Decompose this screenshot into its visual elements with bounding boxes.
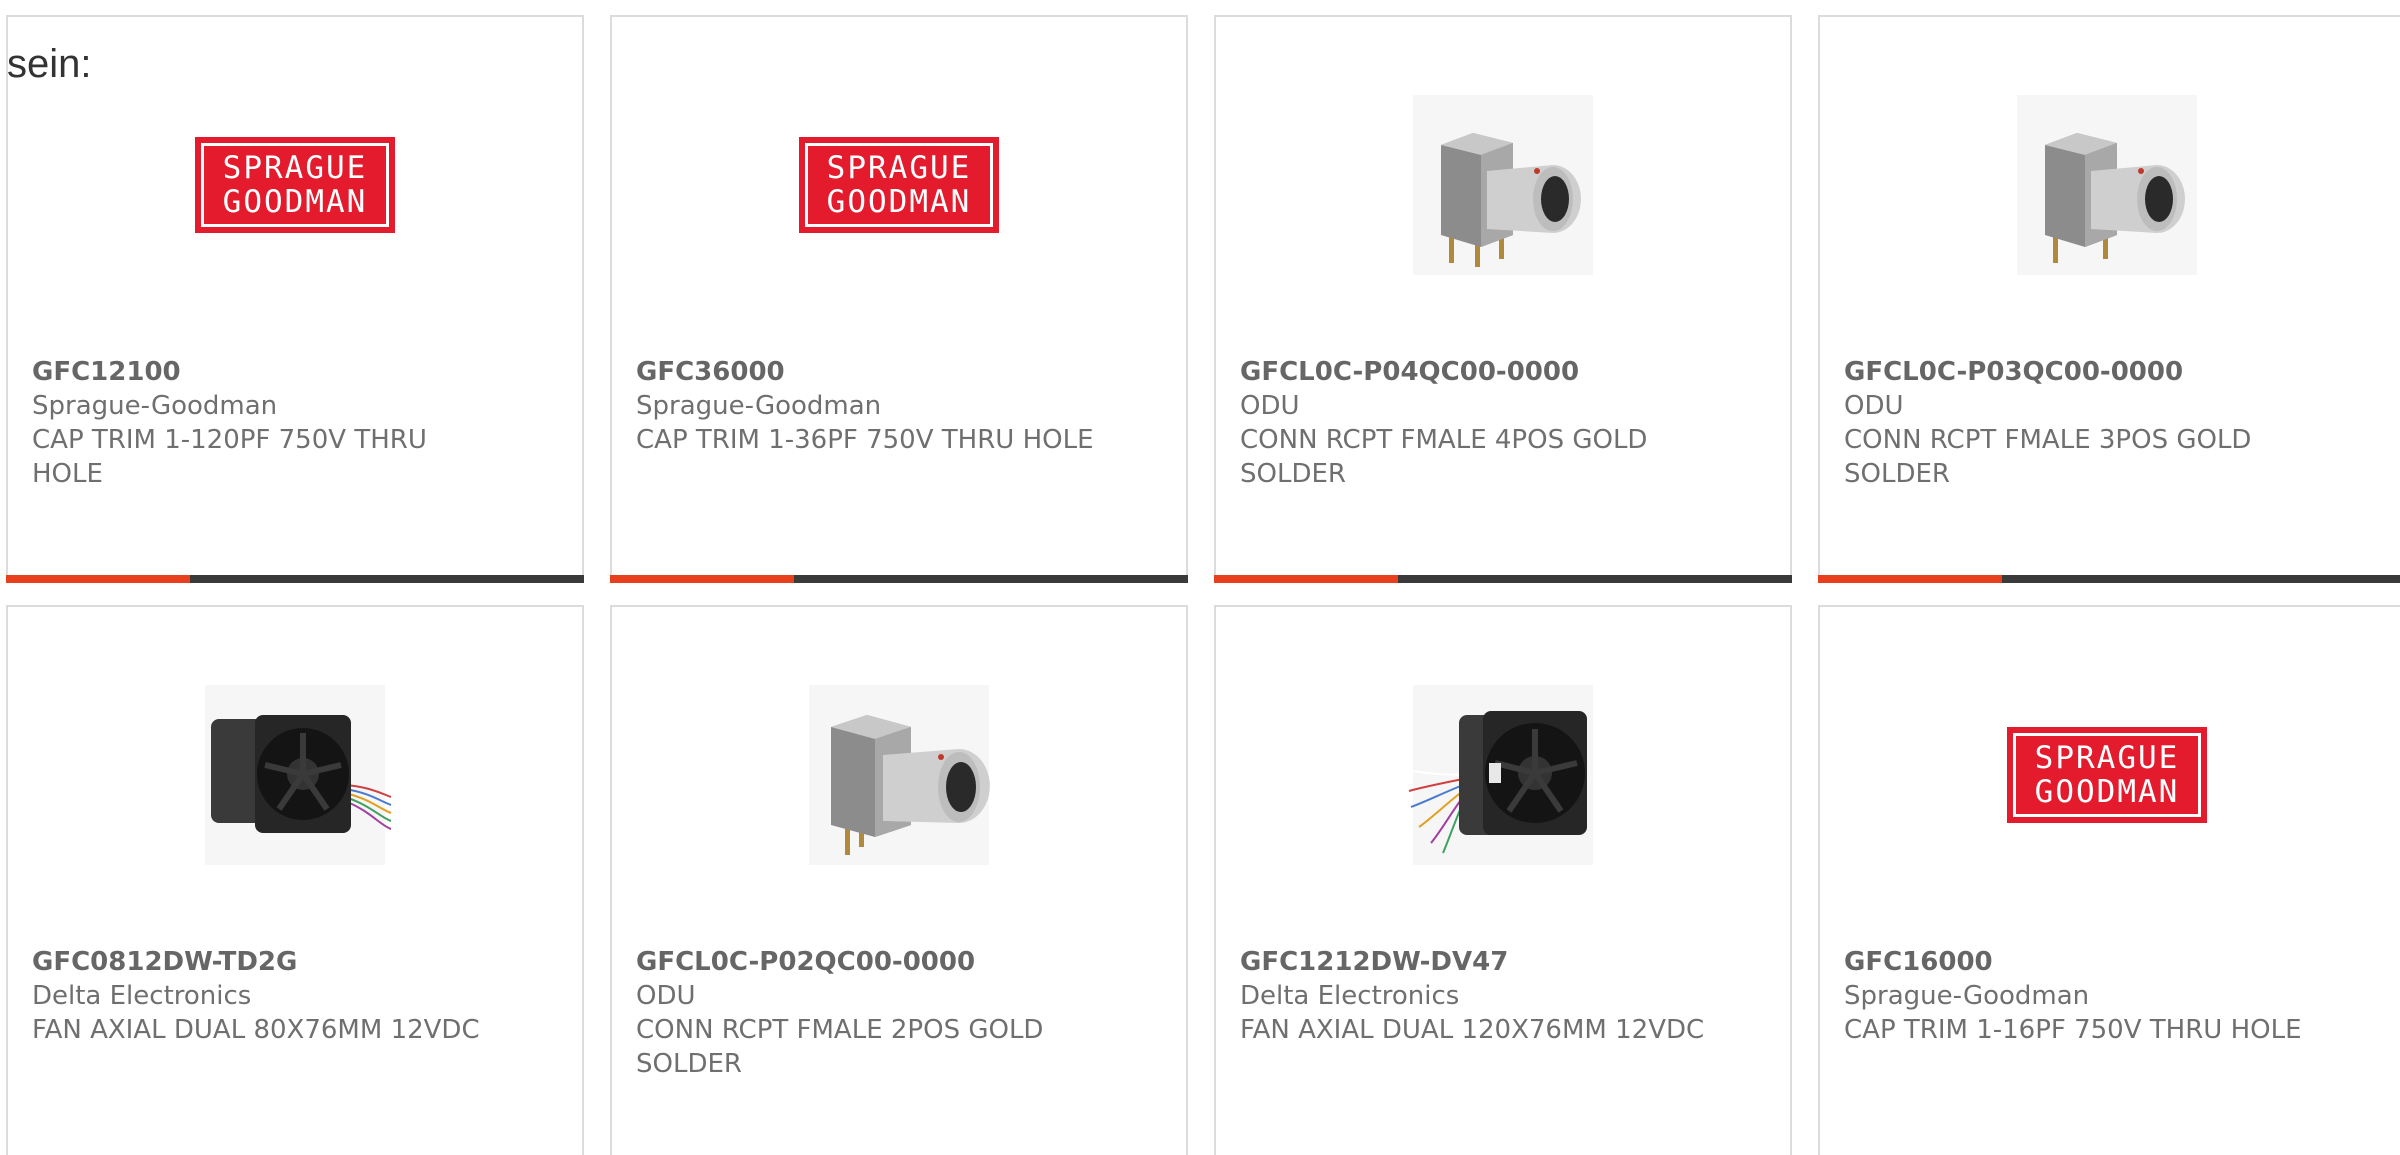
product-card[interactable]: GFCL0C-P03QC00-0000 ODU CONN RCPT FMALE … bbox=[1818, 15, 2400, 583]
product-card[interactable]: SPRAGUE GOODMAN GFC12100 Sprague-Goodman… bbox=[6, 15, 584, 583]
manufacturer: Sprague-Goodman bbox=[32, 391, 278, 421]
card-bottom-bar bbox=[1818, 575, 2400, 583]
product-image bbox=[612, 675, 1186, 875]
card-accent-bar bbox=[1214, 575, 1398, 583]
product-card[interactable]: SPRAGUE GOODMAN GFC36000 Sprague-Goodman… bbox=[610, 15, 1188, 583]
manufacturer: ODU bbox=[1844, 391, 1904, 421]
description: CAP TRIM 1-16PF 750V THRU HOLE bbox=[1844, 1015, 2302, 1045]
connector-photo bbox=[809, 685, 990, 865]
logo-line-2: GOODMAN bbox=[826, 184, 972, 220]
product-image bbox=[1820, 85, 2394, 285]
fan-photo bbox=[1408, 685, 1593, 865]
logo-line-2: GOODMAN bbox=[222, 184, 368, 220]
manufacturer: Sprague-Goodman bbox=[636, 391, 882, 421]
card-accent-bar bbox=[610, 575, 794, 583]
card-accent-bar bbox=[1818, 575, 2002, 583]
logo-line-1: SPRAGUE bbox=[826, 150, 972, 186]
part-number[interactable]: GFC1212DW-DV47 bbox=[1240, 945, 1710, 979]
part-number[interactable]: GFC12100 bbox=[32, 355, 502, 389]
product-image bbox=[1216, 675, 1790, 875]
manufacturer: Delta Electronics bbox=[32, 981, 252, 1011]
part-number[interactable]: GFCL0C-P02QC00-0000 bbox=[636, 945, 1106, 979]
part-number[interactable]: GFC0812DW-TD2G bbox=[32, 945, 502, 979]
part-number[interactable]: GFCL0C-P03QC00-0000 bbox=[1844, 355, 2314, 389]
sprague-goodman-logo: SPRAGUE GOODMAN bbox=[2007, 727, 2207, 823]
part-number[interactable]: GFC16000 bbox=[1844, 945, 2314, 979]
product-image: SPRAGUE GOODMAN bbox=[612, 85, 1186, 285]
product-card[interactable]: SPRAGUE GOODMAN GFC16000 Sprague-Goodman… bbox=[1818, 605, 2400, 1155]
card-bottom-bar bbox=[1214, 575, 1792, 583]
connector-photo bbox=[2017, 95, 2197, 275]
logo-line-2: GOODMAN bbox=[2034, 774, 2180, 810]
description: CONN RCPT FMALE 3POS GOLD SOLDER bbox=[1844, 425, 2252, 489]
card-accent-bar bbox=[6, 575, 190, 583]
product-card[interactable]: GFC0812DW-TD2G Delta Electronics FAN AXI… bbox=[6, 605, 584, 1155]
description: CAP TRIM 1-120PF 750V THRU HOLE bbox=[32, 425, 427, 489]
product-image: SPRAGUE GOODMAN bbox=[1820, 675, 2394, 875]
description: CAP TRIM 1-36PF 750V THRU HOLE bbox=[636, 425, 1094, 455]
product-image bbox=[8, 675, 582, 875]
description: FAN AXIAL DUAL 80X76MM 12VDC bbox=[32, 1015, 480, 1045]
manufacturer: ODU bbox=[1240, 391, 1300, 421]
product-card[interactable]: GFC1212DW-DV47 Delta Electronics FAN AXI… bbox=[1214, 605, 1792, 1155]
sprague-goodman-logo: SPRAGUE GOODMAN bbox=[195, 137, 395, 233]
card-bottom-bar bbox=[6, 575, 584, 583]
manufacturer: Sprague-Goodman bbox=[1844, 981, 2090, 1011]
manufacturer: Delta Electronics bbox=[1240, 981, 1460, 1011]
description: CONN RCPT FMALE 2POS GOLD SOLDER bbox=[636, 1015, 1044, 1079]
part-number[interactable]: GFCL0C-P04QC00-0000 bbox=[1240, 355, 1710, 389]
product-grid-page: SPRAGUE GOODMAN GFC12100 Sprague-Goodman… bbox=[0, 0, 2400, 1155]
logo-line-1: SPRAGUE bbox=[222, 150, 368, 186]
fan-photo bbox=[205, 685, 392, 865]
intro-text: sein: bbox=[7, 42, 92, 86]
description: CONN RCPT FMALE 4POS GOLD SOLDER bbox=[1240, 425, 1648, 489]
product-image bbox=[1216, 85, 1790, 285]
product-card[interactable]: GFCL0C-P02QC00-0000 ODU CONN RCPT FMALE … bbox=[610, 605, 1188, 1155]
description: FAN AXIAL DUAL 120X76MM 12VDC bbox=[1240, 1015, 1705, 1045]
product-image: SPRAGUE GOODMAN bbox=[8, 85, 582, 285]
product-card[interactable]: GFCL0C-P04QC00-0000 ODU CONN RCPT FMALE … bbox=[1214, 15, 1792, 583]
manufacturer: ODU bbox=[636, 981, 696, 1011]
card-bottom-bar bbox=[610, 575, 1188, 583]
logo-line-1: SPRAGUE bbox=[2034, 740, 2180, 776]
connector-photo bbox=[1413, 95, 1593, 275]
part-number[interactable]: GFC36000 bbox=[636, 355, 1106, 389]
sprague-goodman-logo: SPRAGUE GOODMAN bbox=[799, 137, 999, 233]
